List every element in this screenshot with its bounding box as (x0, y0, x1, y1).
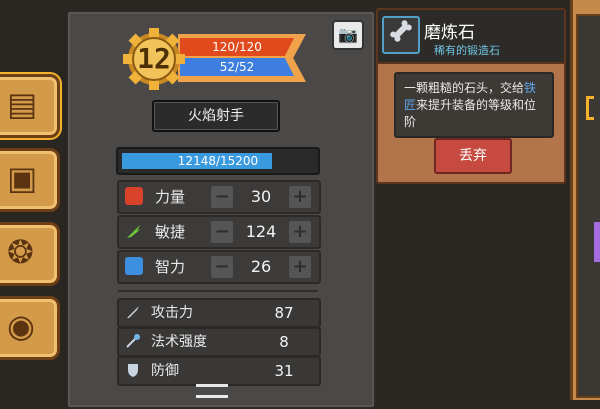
stat-value: 124 (245, 222, 277, 241)
attr-row-attack: 攻击力 87 (117, 298, 321, 328)
purple-slot[interactable] (594, 222, 600, 262)
camera-button[interactable]: 📷 (332, 20, 364, 50)
selection-marker (586, 96, 594, 120)
stat-label: 敏捷 (155, 223, 186, 241)
stat-row-intelligence: 智力 − 26 + (117, 250, 321, 284)
stat-value: 30 (250, 187, 272, 206)
side-tab-chest[interactable]: ▣ (0, 148, 60, 212)
xp-bar: 12148/15200 (116, 147, 320, 175)
item-icon (382, 16, 420, 54)
attr-value: 8 (279, 333, 289, 351)
camera-icon: 📷 (338, 25, 358, 44)
attr-value: 31 (274, 362, 294, 380)
side-tab-compass[interactable]: ◉ (0, 296, 60, 360)
decrease-agility-button[interactable]: − (211, 221, 233, 243)
chest-icon: ▣ (7, 159, 38, 197)
stat-label: 智力 (155, 258, 186, 276)
item-header: 磨炼石 稀有的锻造石 (378, 10, 564, 64)
decrease-intelligence-button[interactable]: − (211, 256, 233, 278)
whetstone-icon (390, 20, 412, 42)
stat-row-strength: 力量 − 30 + (117, 180, 321, 214)
item-name: 磨炼石 (424, 23, 475, 43)
wand-icon (126, 334, 140, 348)
compass-icon: ◉ (7, 307, 35, 345)
book-icon (125, 257, 143, 275)
stat-value: 26 (250, 257, 272, 276)
paw-icon: ❂ (7, 233, 34, 271)
attr-row-defense: 防御 31 (117, 356, 321, 386)
discard-button[interactable]: 丢弃 (434, 138, 512, 174)
side-tab-skills[interactable]: ❂ (0, 222, 60, 286)
level-badge: 12 (123, 28, 185, 90)
book-icon: ▤ (7, 85, 38, 123)
right-panel-inner (576, 14, 600, 398)
feather-icon (125, 222, 143, 240)
increase-intelligence-button[interactable]: + (289, 256, 311, 278)
shield-icon (128, 364, 138, 377)
class-name-button[interactable]: 火焰射手 (152, 100, 280, 132)
xp-text: 12148/15200 (177, 154, 259, 168)
increase-agility-button[interactable]: + (289, 221, 311, 243)
scroll-down-indicator[interactable] (196, 384, 228, 398)
attr-value: 87 (274, 304, 294, 322)
side-tab-book[interactable]: ▤ (0, 74, 60, 138)
attr-label: 法术强度 (151, 334, 207, 350)
sword-icon (127, 306, 139, 318)
item-description: 一颗粗糙的石头，交给铁匠来提升装备的等级和位阶 (394, 72, 554, 138)
fist-icon (125, 187, 143, 205)
stat-label: 力量 (155, 188, 186, 206)
item-desc-text: 一颗粗糙的石头，交给 (404, 81, 525, 95)
attr-label: 防御 (151, 363, 179, 379)
mp-bar: 52/52 (180, 58, 294, 76)
divider (118, 290, 318, 292)
hp-text: 120/120 (212, 40, 262, 54)
mp-text: 52/52 (219, 60, 255, 74)
attr-row-spell-power: 法术强度 8 (117, 327, 321, 357)
item-desc-text: 来提升装备的等级和位阶 (404, 98, 537, 129)
decrease-strength-button[interactable]: − (211, 186, 233, 208)
hp-bar: 120/120 (180, 38, 294, 56)
attr-label: 攻击力 (151, 305, 193, 321)
increase-strength-button[interactable]: + (289, 186, 311, 208)
stat-row-agility: 敏捷 − 124 + (117, 215, 321, 249)
level-number: 12 (137, 42, 171, 75)
item-rarity: 稀有的锻造石 (434, 44, 500, 57)
